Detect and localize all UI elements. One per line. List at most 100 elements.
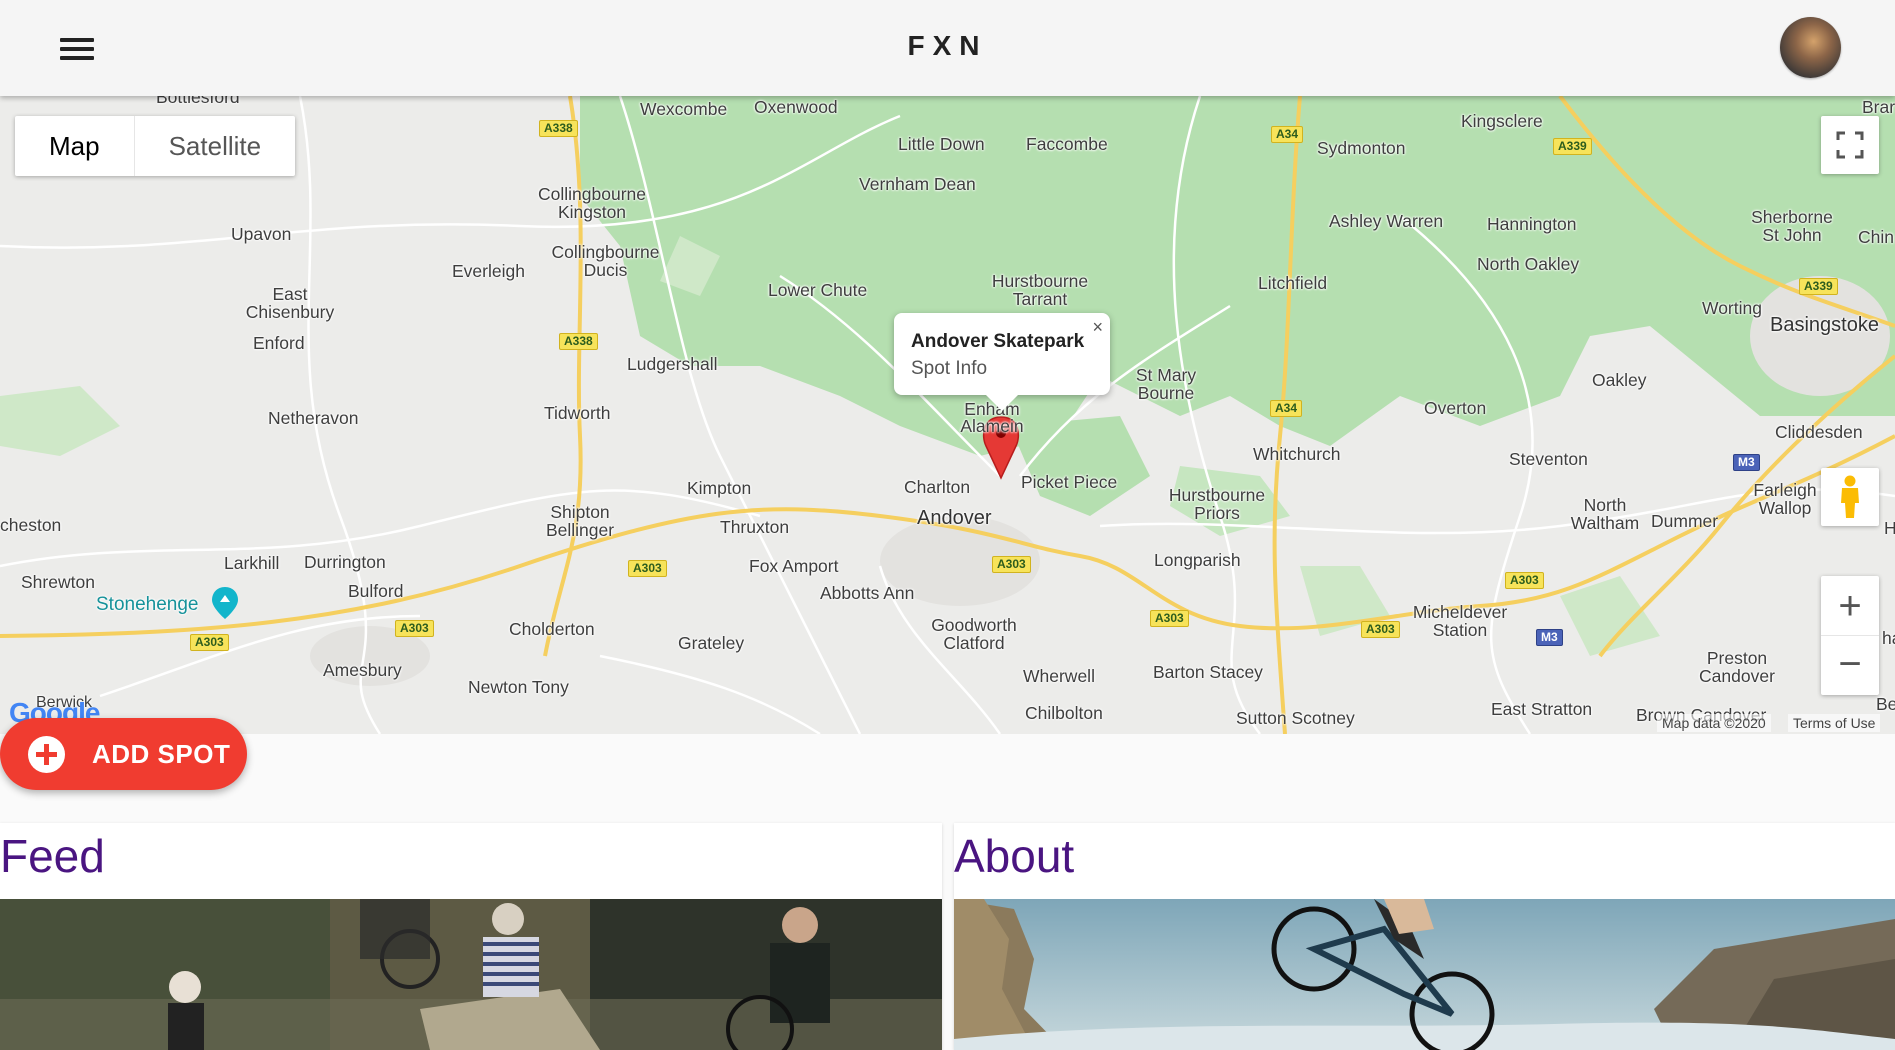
info-window-subtitle[interactable]: Spot Info (911, 358, 1093, 380)
place-label: Sutton Scotney (1236, 708, 1355, 728)
app-title: FXN (907, 30, 988, 61)
place-label: Hannington (1487, 214, 1577, 234)
feed-card: Feed (0, 823, 942, 1050)
road-shield: M3 (1733, 454, 1760, 471)
place-label: Whitchurch (1253, 444, 1341, 464)
place-label: Durrington (304, 552, 386, 572)
road-shield: A303 (395, 620, 434, 637)
road-shield: A303 (190, 634, 229, 651)
place-label: Enford (253, 333, 305, 353)
place-label: Cholderton (509, 619, 595, 639)
place-label: Shrewton (21, 572, 95, 592)
fullscreen-button[interactable] (1821, 116, 1879, 174)
road-shield: M3 (1536, 629, 1563, 646)
pegman-icon (1841, 475, 1859, 518)
place-label: Bulford (348, 581, 404, 601)
poi-label: Stonehenge (96, 594, 199, 615)
place-label: Upavon (231, 224, 292, 244)
place-label: East Stratton (1491, 699, 1593, 719)
info-window-title: Andover Skatepark (911, 331, 1085, 352)
place-label: Newton Tony (468, 677, 569, 697)
place-label: Steventon (1509, 449, 1588, 469)
map[interactable]: Wexcombe Oxenwood Little Down Faccombe V… (0, 96, 1895, 734)
place-label: Farleigh Wallop (1753, 480, 1817, 518)
place-label: Sydmonton (1317, 138, 1406, 158)
place-label: Basingstoke (1770, 314, 1879, 336)
place-label: Hurstbourne Priors (1168, 485, 1266, 523)
place-label: Micheldever Station (1412, 602, 1508, 640)
road-shield: A303 (628, 560, 667, 577)
terms-of-use-link[interactable]: Terms of Use (1788, 714, 1881, 732)
place-label: ha (1882, 628, 1895, 648)
road-shield: A339 (1799, 278, 1838, 295)
place-label: Ludgershall (627, 354, 718, 374)
place-label: Collingbourne Ducis (551, 242, 660, 280)
place-label: Dummer (1651, 511, 1719, 531)
place-label: East Chisenbury (245, 284, 335, 322)
place-label: Oakley (1592, 370, 1647, 390)
poi-marker-icon[interactable] (211, 586, 239, 620)
place-label: Kingsclere (1461, 111, 1543, 131)
add-spot-button[interactable]: ADD SPOT (0, 718, 247, 790)
place-label: Chilbolton (1025, 703, 1103, 723)
road-shield: A34 (1271, 126, 1304, 143)
place-label: Abbotts Ann (820, 583, 915, 603)
road-shield: A339 (1553, 138, 1592, 155)
place-label: Lower Chute (768, 280, 868, 300)
place-label: H (1884, 518, 1895, 538)
place-label: Andover (917, 507, 992, 529)
place-label: Netheravon (268, 408, 359, 428)
profile-avatar[interactable] (1780, 17, 1841, 78)
road-shield: A303 (1150, 610, 1189, 627)
map-type-satellite-button[interactable]: Satellite (135, 116, 296, 176)
place-label: Kimpton (687, 478, 752, 498)
place-label: Thruxton (720, 517, 790, 537)
road-shield: A303 (992, 556, 1031, 573)
place-label: Bottlesford (156, 96, 240, 107)
place-label: North Oakley (1477, 254, 1580, 274)
place-label: St Mary Bourne (1135, 365, 1197, 403)
place-label: Be (1876, 694, 1895, 714)
place-label: Brar (1862, 97, 1895, 117)
street-view-button[interactable] (1821, 468, 1879, 526)
add-circle-icon (28, 735, 65, 773)
place-label: Ashley Warren (1329, 211, 1444, 231)
road-shield: A303 (1505, 572, 1544, 589)
place-label: Preston Candover (1699, 648, 1775, 686)
zoom-control: + − (1821, 576, 1879, 695)
place-label: Larkhill (224, 553, 280, 573)
place-label: Faccombe (1026, 134, 1108, 154)
about-card: About (954, 823, 1895, 1050)
zoom-out-button[interactable]: − (1821, 636, 1879, 695)
about-image[interactable] (954, 899, 1895, 1050)
place-label: Wexcombe (640, 99, 728, 119)
place-label: Picket Piece (1021, 472, 1118, 492)
road-shield: A338 (559, 333, 598, 350)
place-label: Cliddesden (1775, 422, 1863, 442)
place-label: Fox Amport (749, 556, 839, 576)
zoom-in-button[interactable]: + (1821, 577, 1879, 636)
map-type-map-button[interactable]: Map (15, 116, 135, 176)
place-label: Charlton (904, 477, 971, 497)
place-label: Overton (1424, 398, 1487, 418)
feed-image[interactable] (0, 899, 942, 1050)
map-type-control: Map Satellite (15, 116, 296, 176)
road-shield: A303 (1361, 621, 1400, 638)
add-spot-label: ADD SPOT (92, 738, 231, 769)
place-label: Vernham Dean (859, 174, 976, 194)
place-label: Oxenwood (754, 97, 838, 117)
fullscreen-icon (1836, 131, 1864, 159)
marker-info-window: × Andover Skatepark Spot Info (894, 313, 1110, 411)
place-label: Amesbury (323, 660, 402, 680)
place-label: Tidworth (544, 403, 611, 423)
place-label: Sherborne St John (1751, 207, 1833, 245)
top-app-bar: FXN (0, 0, 1895, 96)
place-label: Litchfield (1258, 273, 1328, 293)
place-label: Everleigh (452, 261, 525, 281)
place-label: Chin (1858, 227, 1894, 247)
place-label: Goodworth Clatford (931, 615, 1017, 653)
place-label: Collingbourne Kingston (538, 184, 646, 222)
close-icon[interactable]: × (1092, 317, 1103, 338)
place-label: Little Down (898, 134, 985, 154)
place-label: Wherwell (1023, 666, 1095, 686)
